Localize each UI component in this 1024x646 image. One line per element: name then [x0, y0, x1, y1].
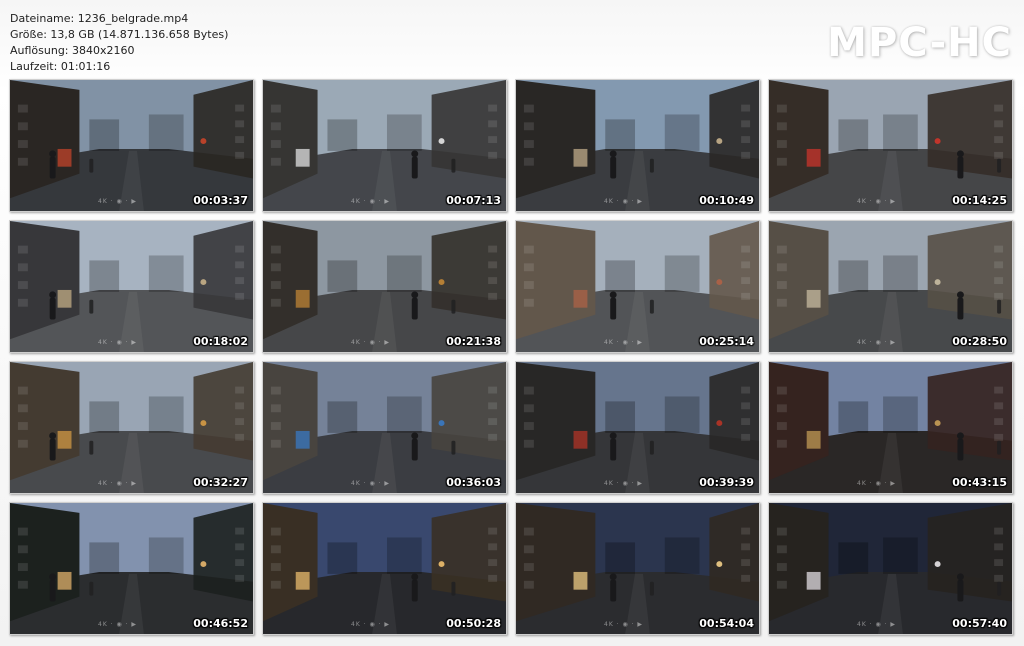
file-info: Dateiname: 1236_belgrade.mp4 Größe: 13,8…	[10, 11, 228, 75]
thumbnail-image	[10, 362, 253, 493]
thumbnail-frame: 4K · ◉ · ▶ 00:46:52	[9, 502, 254, 635]
thumbnail-timestamp: 00:25:14	[699, 335, 754, 348]
thumbnail-timestamp: 00:43:15	[952, 476, 1007, 489]
thumbnail-timestamp: 00:03:37	[193, 194, 248, 207]
thumbnail-timestamp: 00:07:13	[446, 194, 501, 207]
filename-text: Dateiname: 1236_belgrade.mp4	[10, 12, 189, 25]
thumbnail-image	[769, 221, 1012, 352]
thumbnail-timestamp: 00:36:03	[446, 476, 501, 489]
video-watermark: 4K · ◉ · ▶	[604, 339, 644, 346]
video-watermark: 4K · ◉ · ▶	[98, 198, 138, 205]
thumbnail-frame: 4K · ◉ · ▶ 00:50:28	[262, 502, 507, 635]
thumbnail-image	[516, 80, 759, 211]
resolution-text: Auflösung: 3840x2160	[10, 44, 135, 57]
thumbnail-frame: 4K · ◉ · ▶ 00:21:38	[262, 220, 507, 353]
thumbnail-frame: 4K · ◉ · ▶ 00:32:27	[9, 361, 254, 494]
thumbnail-image	[10, 221, 253, 352]
thumbnail-image	[263, 362, 506, 493]
thumbnail-image	[769, 80, 1012, 211]
thumbnail-frame: 4K · ◉ · ▶ 00:07:13	[262, 79, 507, 212]
thumbnail-frame: 4K · ◉ · ▶ 00:03:37	[9, 79, 254, 212]
video-watermark: 4K · ◉ · ▶	[604, 198, 644, 205]
thumbnail-frame: 4K · ◉ · ▶ 00:25:14	[515, 220, 760, 353]
thumbnail-frame: 4K · ◉ · ▶ 00:18:02	[9, 220, 254, 353]
thumbnail-frame: 4K · ◉ · ▶ 00:57:40	[768, 502, 1013, 635]
thumbnail-timestamp: 00:50:28	[446, 617, 501, 630]
video-watermark: 4K · ◉ · ▶	[857, 621, 897, 628]
thumbnail-timestamp: 00:21:38	[446, 335, 501, 348]
video-watermark: 4K · ◉ · ▶	[604, 621, 644, 628]
video-watermark: 4K · ◉ · ▶	[604, 480, 644, 487]
thumbnail-timestamp: 00:32:27	[193, 476, 248, 489]
thumbnail-frame: 4K · ◉ · ▶ 00:36:03	[262, 361, 507, 494]
thumbnail-timestamp: 00:10:49	[699, 194, 754, 207]
thumbnail-image	[263, 503, 506, 634]
thumbnail-image	[516, 503, 759, 634]
video-watermark: 4K · ◉ · ▶	[351, 339, 391, 346]
thumbnail-image	[769, 503, 1012, 634]
video-watermark: 4K · ◉ · ▶	[857, 339, 897, 346]
thumbnail-frame: 4K · ◉ · ▶ 00:39:39	[515, 361, 760, 494]
thumbnail-timestamp: 00:57:40	[952, 617, 1007, 630]
thumbnail-grid: 4K · ◉ · ▶ 00:03:37 4K · ◉ · ▶ 00:07:13 4K ·…	[9, 79, 1014, 635]
thumbnail-frame: 4K · ◉ · ▶ 00:14:25	[768, 79, 1013, 212]
video-watermark: 4K · ◉ · ▶	[351, 480, 391, 487]
video-watermark: 4K · ◉ · ▶	[351, 621, 391, 628]
video-watermark: 4K · ◉ · ▶	[857, 480, 897, 487]
thumbnail-image	[516, 221, 759, 352]
thumbnail-image	[769, 362, 1012, 493]
thumbnail-frame: 4K · ◉ · ▶ 00:54:04	[515, 502, 760, 635]
video-watermark: 4K · ◉ · ▶	[98, 339, 138, 346]
thumbnail-timestamp: 00:39:39	[699, 476, 754, 489]
thumbnail-timestamp: 00:14:25	[952, 194, 1007, 207]
filesize-text: Größe: 13,8 GB (14.871.136.658 Bytes)	[10, 28, 229, 41]
thumbnail-frame: 4K · ◉ · ▶ 00:10:49	[515, 79, 760, 212]
thumbnail-image	[516, 362, 759, 493]
mpc-hc-logo: MPC-HC	[827, 20, 1012, 66]
video-watermark: 4K · ◉ · ▶	[98, 621, 138, 628]
duration-text: Laufzeit: 01:01:16	[10, 60, 111, 73]
thumbnail-image	[10, 503, 253, 634]
thumbnail-timestamp: 00:46:52	[193, 617, 248, 630]
thumbnail-image	[10, 80, 253, 211]
thumbnail-timestamp: 00:54:04	[699, 617, 754, 630]
video-watermark: 4K · ◉ · ▶	[351, 198, 391, 205]
thumbnail-image	[263, 80, 506, 211]
thumbnail-frame: 4K · ◉ · ▶ 00:43:15	[768, 361, 1013, 494]
thumbnail-frame: 4K · ◉ · ▶ 00:28:50	[768, 220, 1013, 353]
thumbnail-timestamp: 00:18:02	[193, 335, 248, 348]
video-watermark: 4K · ◉ · ▶	[98, 480, 138, 487]
video-watermark: 4K · ◉ · ▶	[857, 198, 897, 205]
thumbnail-timestamp: 00:28:50	[952, 335, 1007, 348]
thumbnail-image	[263, 221, 506, 352]
